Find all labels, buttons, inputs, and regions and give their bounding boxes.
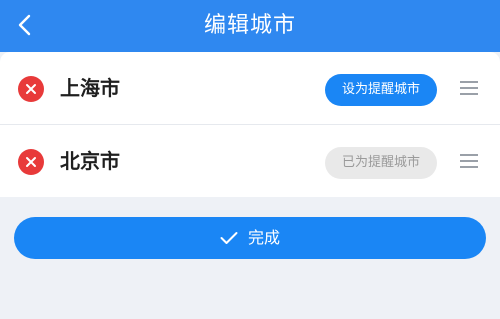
close-icon xyxy=(26,84,36,94)
page-title: 编辑城市 xyxy=(203,13,296,38)
delete-city-button[interactable] xyxy=(18,149,44,175)
city-name: 北京市 xyxy=(60,149,120,173)
done-label: 完成 xyxy=(247,228,280,247)
app-header: 编辑城市 xyxy=(0,0,500,52)
check-icon xyxy=(220,232,238,244)
city-row-beijing: 北京市 已为提醒城市 xyxy=(0,125,500,197)
reminder-city-badge: 已为提醒城市 xyxy=(325,147,437,179)
done-button[interactable]: 完成 xyxy=(14,217,486,259)
delete-city-button[interactable] xyxy=(18,76,44,102)
city-name: 上海市 xyxy=(60,76,120,100)
city-row-shanghai: 上海市 设为提醒城市 xyxy=(0,52,500,124)
city-list: 上海市 设为提醒城市 北京市 已为提醒城市 xyxy=(0,52,500,197)
set-reminder-city-button[interactable]: 设为提醒城市 xyxy=(325,74,437,106)
drag-handle-icon[interactable] xyxy=(460,81,478,95)
drag-handle-icon[interactable] xyxy=(460,154,478,168)
close-icon xyxy=(26,157,36,167)
